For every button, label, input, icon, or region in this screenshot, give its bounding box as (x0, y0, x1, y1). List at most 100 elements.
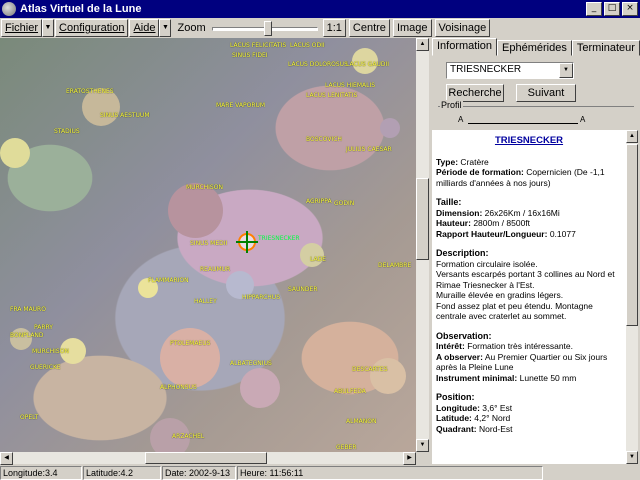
scroll-up-icon[interactable]: ▲ (416, 38, 429, 51)
scroll-thumb[interactable] (145, 452, 267, 464)
crater (380, 118, 400, 138)
map-label: ERATOSTHENES (66, 88, 114, 95)
info-scrollbar[interactable]: ▲ ▼ (626, 130, 638, 464)
map-label: JULIUS CAESAR (346, 146, 392, 153)
dimension-value: 26x26Km / 16x16Mi (484, 207, 560, 218)
formation-select[interactable]: TRIESNECKER ▼ (446, 62, 574, 79)
profil-line (468, 123, 578, 124)
status-date: Date: 2002-9-13 (162, 466, 236, 480)
chevron-down-icon[interactable]: ▼ (159, 19, 172, 37)
crater (300, 243, 324, 267)
map-label: REAUMUR (200, 266, 231, 273)
ratio-label: Rapport Hauteur/Longueur: (436, 228, 548, 239)
map-label: SAUNDER (288, 286, 318, 293)
map-vertical-scrollbar[interactable]: ▲ ▼ (416, 38, 429, 452)
type-value: Cratère (460, 156, 489, 167)
menu-fichier[interactable]: Fichier (1, 19, 43, 37)
crater (370, 358, 406, 394)
map-label: ALPHONSUS (160, 384, 197, 391)
map-horizontal-scrollbar[interactable]: ◀ ▶ (0, 452, 416, 465)
description-line: Fond assez plat et peu étendu. Montagne … (436, 300, 593, 322)
height-value: 2800m / 8500ft (473, 218, 531, 228)
map-label: HIPPARCHUS (242, 294, 281, 301)
map-label: GUERICKE (30, 364, 61, 371)
tab-ephemerides[interactable]: Ephémérides (497, 40, 572, 56)
scroll-left-icon[interactable]: ◀ (0, 452, 13, 465)
map-label: GODIN (334, 200, 355, 207)
position-heading: Position: (436, 392, 475, 402)
menu-aide[interactable]: Aide (129, 19, 160, 37)
chevron-down-icon[interactable]: ▼ (42, 19, 55, 37)
map-label: BONPLAND (10, 332, 44, 339)
map-label: PTOLEMAEUS (170, 340, 211, 347)
map-label: ABULFEDA (334, 388, 366, 395)
map-label: ARZACHEL (172, 433, 205, 440)
latitude-value: 4,2° Nord (474, 413, 511, 423)
map-label: LACUS GAUDII (346, 61, 390, 68)
status-latitude: Latitude:4.2 (83, 466, 161, 480)
longitude-value: 3,6° Est (482, 402, 513, 413)
next-button[interactable]: Suivant (516, 84, 576, 102)
map-label: MURCHISON (186, 184, 223, 191)
info-text-area[interactable]: TRIESNECKER Type: Cratère Période de for… (432, 130, 626, 464)
profil-label: Profil (440, 100, 463, 110)
scroll-right-icon[interactable]: ▶ (403, 452, 416, 465)
crosshair-target-icon (236, 231, 258, 253)
status-longitude: Longitude:3.4 (0, 466, 82, 480)
ratio-value: 0.1077 (549, 228, 576, 239)
profil-end-label: A (580, 115, 586, 124)
crater (0, 138, 30, 168)
tab-terminateur[interactable]: Terminateur (571, 40, 640, 56)
zoom-label: Zoom (177, 22, 206, 34)
minimize-button[interactable]: _ (586, 2, 602, 16)
observe-label: A observer: (436, 351, 483, 362)
scroll-thumb[interactable] (416, 178, 429, 260)
scroll-up-icon[interactable]: ▲ (626, 130, 638, 143)
map-label: OPELT (20, 414, 39, 421)
crater (240, 368, 280, 408)
scroll-down-icon[interactable]: ▼ (416, 439, 429, 452)
map-label: LADE (310, 256, 326, 263)
map-label: SINUS AESTUUM (100, 112, 150, 119)
one-to-one-button[interactable]: 1:1 (322, 19, 346, 37)
moon-map[interactable]: LACUS FELICITATIS LACUS ODII LACUS DOLOR… (0, 38, 416, 452)
map-label: DESCARTES (352, 366, 388, 373)
size-heading: Taille: (436, 197, 462, 207)
map-label: SINUS FIDEI (232, 52, 268, 59)
formation-name-link[interactable]: TRIESNECKER (436, 135, 622, 147)
description-line: Versants escarpés portant 3 collines au … (436, 269, 615, 290)
crater (160, 328, 220, 388)
map-area: LACUS FELICITATIS LACUS ODII LACUS DOLOR… (0, 38, 429, 465)
map-label: LACUS HIEMALIS (325, 82, 376, 89)
maximize-button[interactable]: □ (604, 2, 620, 16)
tab-information[interactable]: Information (432, 38, 498, 56)
map-label: STADIUS (54, 128, 80, 135)
longitude-label: Longitude: (436, 402, 480, 413)
map-label: MURCHISON (32, 348, 69, 355)
close-button[interactable]: × (622, 2, 638, 16)
quadrant-value: Nord-Est (479, 423, 513, 434)
toolbar: Fichier ▼ Configuration Aide ▼ Zoom 1:1 … (0, 18, 640, 38)
image-button[interactable]: Image (392, 19, 432, 37)
scroll-down-icon[interactable]: ▼ (626, 451, 638, 464)
menu-configuration[interactable]: Configuration (55, 19, 129, 37)
crater (168, 183, 223, 238)
zoom-slider[interactable] (210, 20, 320, 36)
moon-app-icon (2, 2, 16, 16)
instrument-label: Instrument minimal: (436, 372, 518, 383)
target-label: TRIESNECKER (258, 235, 300, 242)
neighborhood-button[interactable]: Voisinage (434, 19, 491, 37)
instrument-value: Lunette 50 mm (519, 372, 577, 383)
title-bar: Atlas Virtuel de la Lune _ □ × (0, 0, 640, 18)
period-label: Période de formation: (436, 167, 524, 177)
map-label: HALLEY (194, 298, 217, 305)
description-line: Muraille élevée en gradins légers. (436, 290, 564, 300)
center-button[interactable]: Centre (348, 19, 390, 37)
slider-thumb[interactable] (263, 21, 272, 36)
chevron-down-icon[interactable]: ▼ (559, 63, 573, 78)
map-label: DELAMBRE (378, 262, 412, 269)
profil-group: Profil A A (438, 100, 634, 127)
scroll-thumb[interactable] (626, 144, 638, 326)
map-label: LACUS LENITATIS (306, 92, 358, 99)
map-label: GEBER (336, 444, 357, 451)
